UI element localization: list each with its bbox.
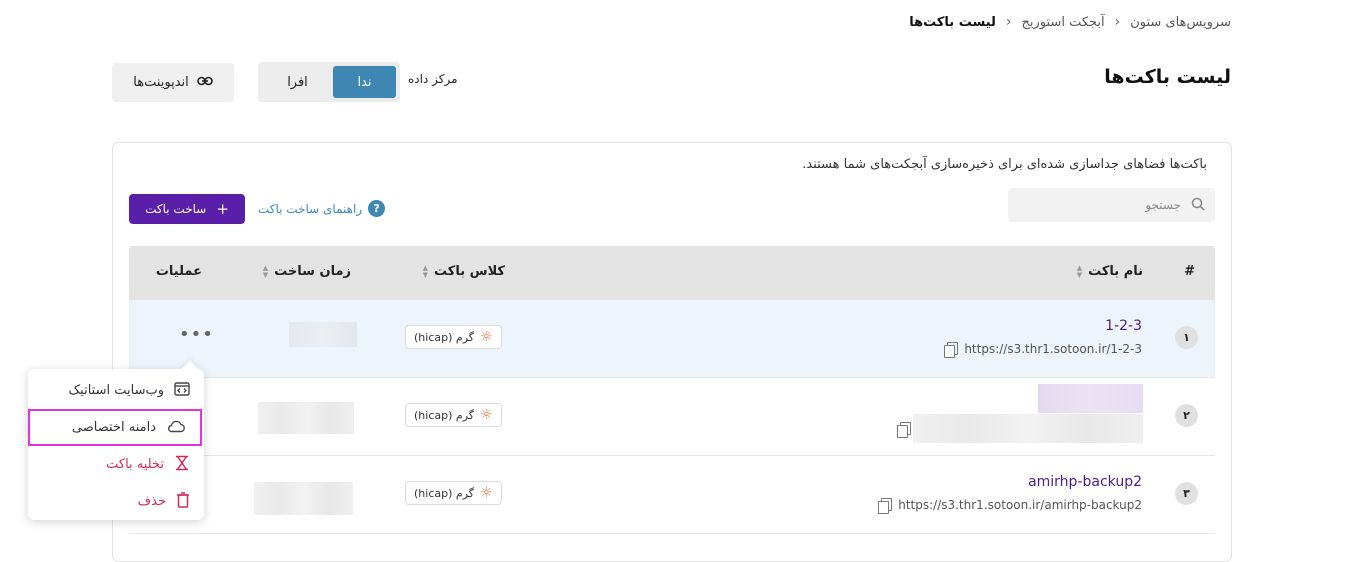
- datacenter-option-afra[interactable]: افرا: [266, 66, 329, 98]
- search-icon: [1191, 196, 1205, 215]
- create-bucket-label: ساخت باکت: [145, 202, 207, 216]
- copy-icon[interactable]: [878, 498, 893, 514]
- bucket-class-text: گرم (hicap): [414, 486, 475, 500]
- table-header: # نام باکت ▲ ▼ کلاس باکت ▲ ▼ زمان ساخت ▲ ▼ …: [129, 246, 1215, 300]
- sun-icon: ☼: [480, 485, 493, 501]
- menu-item-label: وب‌سایت استاتیک: [68, 383, 164, 398]
- buckets-description: باکت‌ها فضاهای جداسازی شده‌ای برای ذخیره…: [802, 157, 1207, 172]
- bucket-url-text: https://s3.thr1.sotoon.ir/1-2-3: [964, 342, 1142, 356]
- bucket-guide-label: راهنمای ساخت باکت: [258, 201, 363, 216]
- bucket-actions-menu: وب‌سایت استاتیک دامنه اختصاصی تخلیه باکت…: [28, 360, 204, 520]
- row-index: ۲: [1175, 404, 1198, 427]
- bucket-url: https://s3.thr1.sotoon.ir/1-2-3: [944, 342, 1142, 358]
- bucket-name-link[interactable]: 1-2-3: [1105, 318, 1142, 334]
- page-title: لیست باکت‌ها: [1104, 66, 1231, 88]
- table-row: ۱ 1-2-3 https://s3.thr1.sotoon.ir/1-2-3 …: [129, 300, 1215, 378]
- header-index: #: [1184, 264, 1195, 279]
- sun-icon: ☼: [480, 329, 493, 345]
- sun-icon: ☼: [480, 407, 493, 423]
- datacenter-option-neda[interactable]: ندا: [333, 66, 396, 98]
- bucket-url: https://s3.thr1.sotoon.ir/amirhp-backup2: [878, 498, 1142, 514]
- datacenter-label: مرکز داده: [408, 72, 458, 86]
- menu-item-label: تخلیه باکت: [106, 457, 164, 472]
- sort-icon[interactable]: ▲ ▼: [423, 264, 428, 279]
- redacted-created-time: [258, 402, 354, 434]
- hourglass-icon: [174, 455, 190, 475]
- bucket-class-badge: ☼ گرم (hicap): [405, 481, 502, 505]
- breadcrumb-current: لیست باکت‌ها: [909, 14, 996, 30]
- row-index: ۱: [1175, 326, 1198, 349]
- header-name: نام باکت ▲ ▼: [1076, 263, 1143, 279]
- create-bucket-button[interactable]: + ساخت باکت: [129, 194, 245, 224]
- redacted-created-time: [289, 322, 357, 347]
- bucket-class-badge: ☼ گرم (hicap): [405, 403, 502, 427]
- sort-icon[interactable]: ▲ ▼: [1077, 264, 1082, 279]
- bucket-url-text: https://s3.thr1.sotoon.ir/amirhp-backup2: [898, 498, 1142, 512]
- breadcrumb-root[interactable]: سرویس‌های ستون: [1130, 15, 1231, 30]
- cloud-icon: [166, 419, 186, 437]
- code-window-icon: [174, 381, 190, 400]
- header-class: کلاس باکت ▲ ▼: [422, 263, 505, 279]
- bucket-guide-link[interactable]: ? راهنمای ساخت باکت: [258, 200, 386, 217]
- trash-icon: [176, 491, 190, 512]
- search-input[interactable]: [1033, 197, 1183, 213]
- menu-item-delete[interactable]: حذف: [28, 483, 204, 520]
- endpoints-label: اندپوینت‌ها: [133, 75, 189, 90]
- redacted-created-time: [254, 482, 353, 515]
- header-actions: عملیات: [155, 264, 202, 279]
- row-index: ۳: [1175, 482, 1198, 505]
- menu-item-label: دامنه اختصاصی: [71, 420, 156, 435]
- search-box: [1008, 188, 1215, 222]
- breadcrumb: سرویس‌های ستون ‹ آبجکت استوریج ‹ لیست با…: [909, 12, 1231, 32]
- help-icon: ?: [368, 200, 386, 217]
- header-created: زمان ساخت ▲ ▼: [262, 263, 351, 279]
- bucket-class-text: گرم (hicap): [414, 330, 475, 344]
- sort-icon[interactable]: ▲ ▼: [263, 264, 268, 279]
- menu-item-custom-domain[interactable]: دامنه اختصاصی: [28, 409, 202, 446]
- plus-icon: +: [216, 200, 229, 218]
- bucket-class-badge: ☼ گرم (hicap): [405, 325, 502, 349]
- copy-icon[interactable]: [944, 342, 959, 358]
- datacenter-toggle: ندا افرا: [258, 62, 400, 102]
- table-row: ۲ ☼ گرم (hicap): [129, 378, 1215, 456]
- table-row: ۳ amirhp-backup2 https://s3.thr1.sotoon.…: [129, 456, 1215, 534]
- menu-item-static-website[interactable]: وب‌سایت استاتیک: [28, 372, 204, 409]
- endpoints-button[interactable]: اندپوینت‌ها: [112, 63, 234, 102]
- menu-item-empty-bucket[interactable]: تخلیه باکت: [28, 446, 204, 483]
- link-icon: [196, 75, 213, 91]
- redacted-bucket-name: [1038, 384, 1143, 413]
- chevron-left-icon: ‹: [1114, 14, 1121, 30]
- chevron-left-icon: ‹: [1005, 14, 1012, 30]
- redacted-bucket-url: [913, 414, 1143, 443]
- breadcrumb-section[interactable]: آبجکت استوریج: [1022, 15, 1105, 30]
- menu-item-label: حذف: [137, 494, 166, 509]
- copy-icon[interactable]: [897, 422, 911, 438]
- bucket-class-text: گرم (hicap): [414, 408, 475, 422]
- bucket-name-link[interactable]: amirhp-backup2: [1028, 474, 1142, 490]
- more-actions-icon[interactable]: •••: [179, 324, 214, 345]
